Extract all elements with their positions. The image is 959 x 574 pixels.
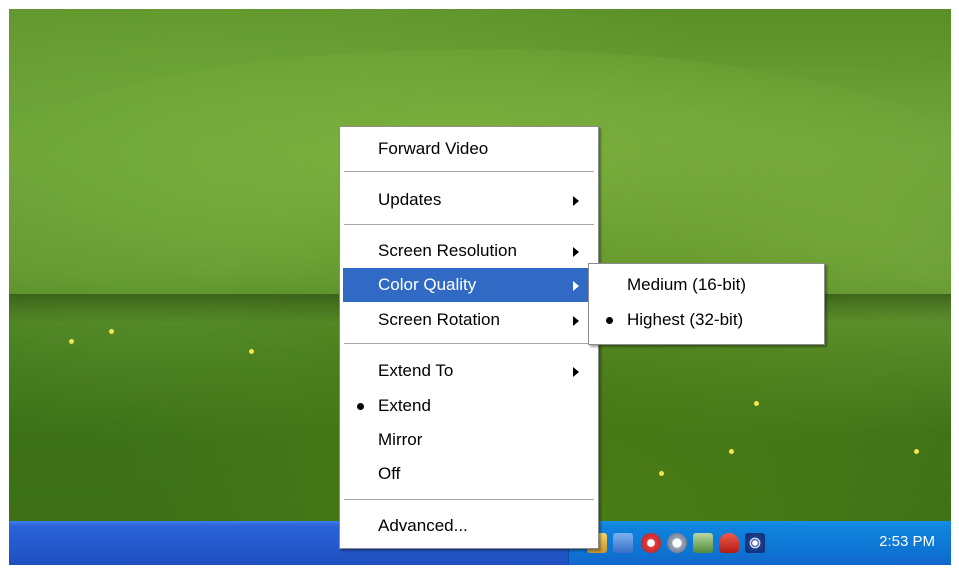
monitor-icon[interactable] [693, 533, 713, 553]
menu-separator [344, 343, 594, 344]
color-quality-submenu: Medium (16-bit) Highest (32-bit) [588, 263, 825, 345]
submenu-arrow-icon [573, 281, 579, 291]
menu-item-label: Off [378, 464, 401, 483]
menu-item-extend[interactable]: Extend [343, 389, 595, 423]
submenu-arrow-icon [573, 247, 579, 257]
menu-separator [344, 224, 594, 225]
wallpaper-flower [109, 329, 114, 334]
menu-item-label: Advanced... [378, 516, 468, 535]
submenu-item-label: Highest (32-bit) [627, 310, 744, 329]
taskbar-clock[interactable]: 2:53 PM [879, 533, 935, 550]
wireless-icon[interactable] [745, 533, 765, 553]
radio-bullet-icon [357, 403, 364, 410]
submenu-arrow-icon [573, 196, 579, 206]
menu-item-off[interactable]: Off [343, 457, 595, 491]
menu-item-color-quality[interactable]: Color Quality [343, 268, 595, 302]
red-hat-icon[interactable] [719, 533, 739, 553]
radio-bullet-icon [606, 317, 613, 324]
menu-item-label: Color Quality [378, 275, 477, 294]
display-settings-icon[interactable] [613, 533, 633, 553]
submenu-item-medium-16-bit[interactable]: Medium (16-bit) [592, 268, 821, 302]
submenu-item-label: Medium (16-bit) [627, 275, 747, 294]
display-context-menu: Forward Video Updates Screen Resolution … [339, 126, 599, 549]
wallpaper-flower [914, 449, 919, 454]
menu-item-label: Screen Resolution [378, 241, 517, 260]
menu-item-screen-rotation[interactable]: Screen Rotation [343, 303, 595, 337]
menu-item-label: Extend [378, 396, 431, 415]
menu-item-label: Mirror [378, 430, 423, 449]
submenu-arrow-icon [573, 367, 579, 377]
menu-item-advanced[interactable]: Advanced... [343, 509, 595, 543]
system-tray: 2:53 PM [568, 521, 951, 565]
wallpaper-flower [729, 449, 734, 454]
menu-item-label: Screen Rotation [378, 310, 500, 329]
wallpaper-flower [659, 471, 664, 476]
speaker-icon[interactable] [667, 533, 687, 553]
menu-item-updates[interactable]: Updates [343, 183, 595, 217]
submenu-arrow-icon [573, 316, 579, 326]
wallpaper-flower [754, 401, 759, 406]
menu-item-label: Extend To [378, 361, 454, 380]
menu-item-label: Forward Video [378, 139, 489, 158]
menu-item-screen-resolution[interactable]: Screen Resolution [343, 234, 595, 268]
menu-item-extend-to[interactable]: Extend To [343, 354, 595, 388]
submenu-item-highest-32-bit[interactable]: Highest (32-bit) [592, 303, 821, 337]
menu-separator [344, 499, 594, 500]
wallpaper-flower [249, 349, 254, 354]
menu-item-forward-video[interactable]: Forward Video [343, 132, 595, 166]
wallpaper-flower [69, 339, 74, 344]
menu-item-label: Updates [378, 190, 442, 209]
security-shield-icon[interactable] [641, 533, 661, 553]
menu-separator [344, 171, 594, 172]
menu-item-mirror[interactable]: Mirror [343, 423, 595, 457]
